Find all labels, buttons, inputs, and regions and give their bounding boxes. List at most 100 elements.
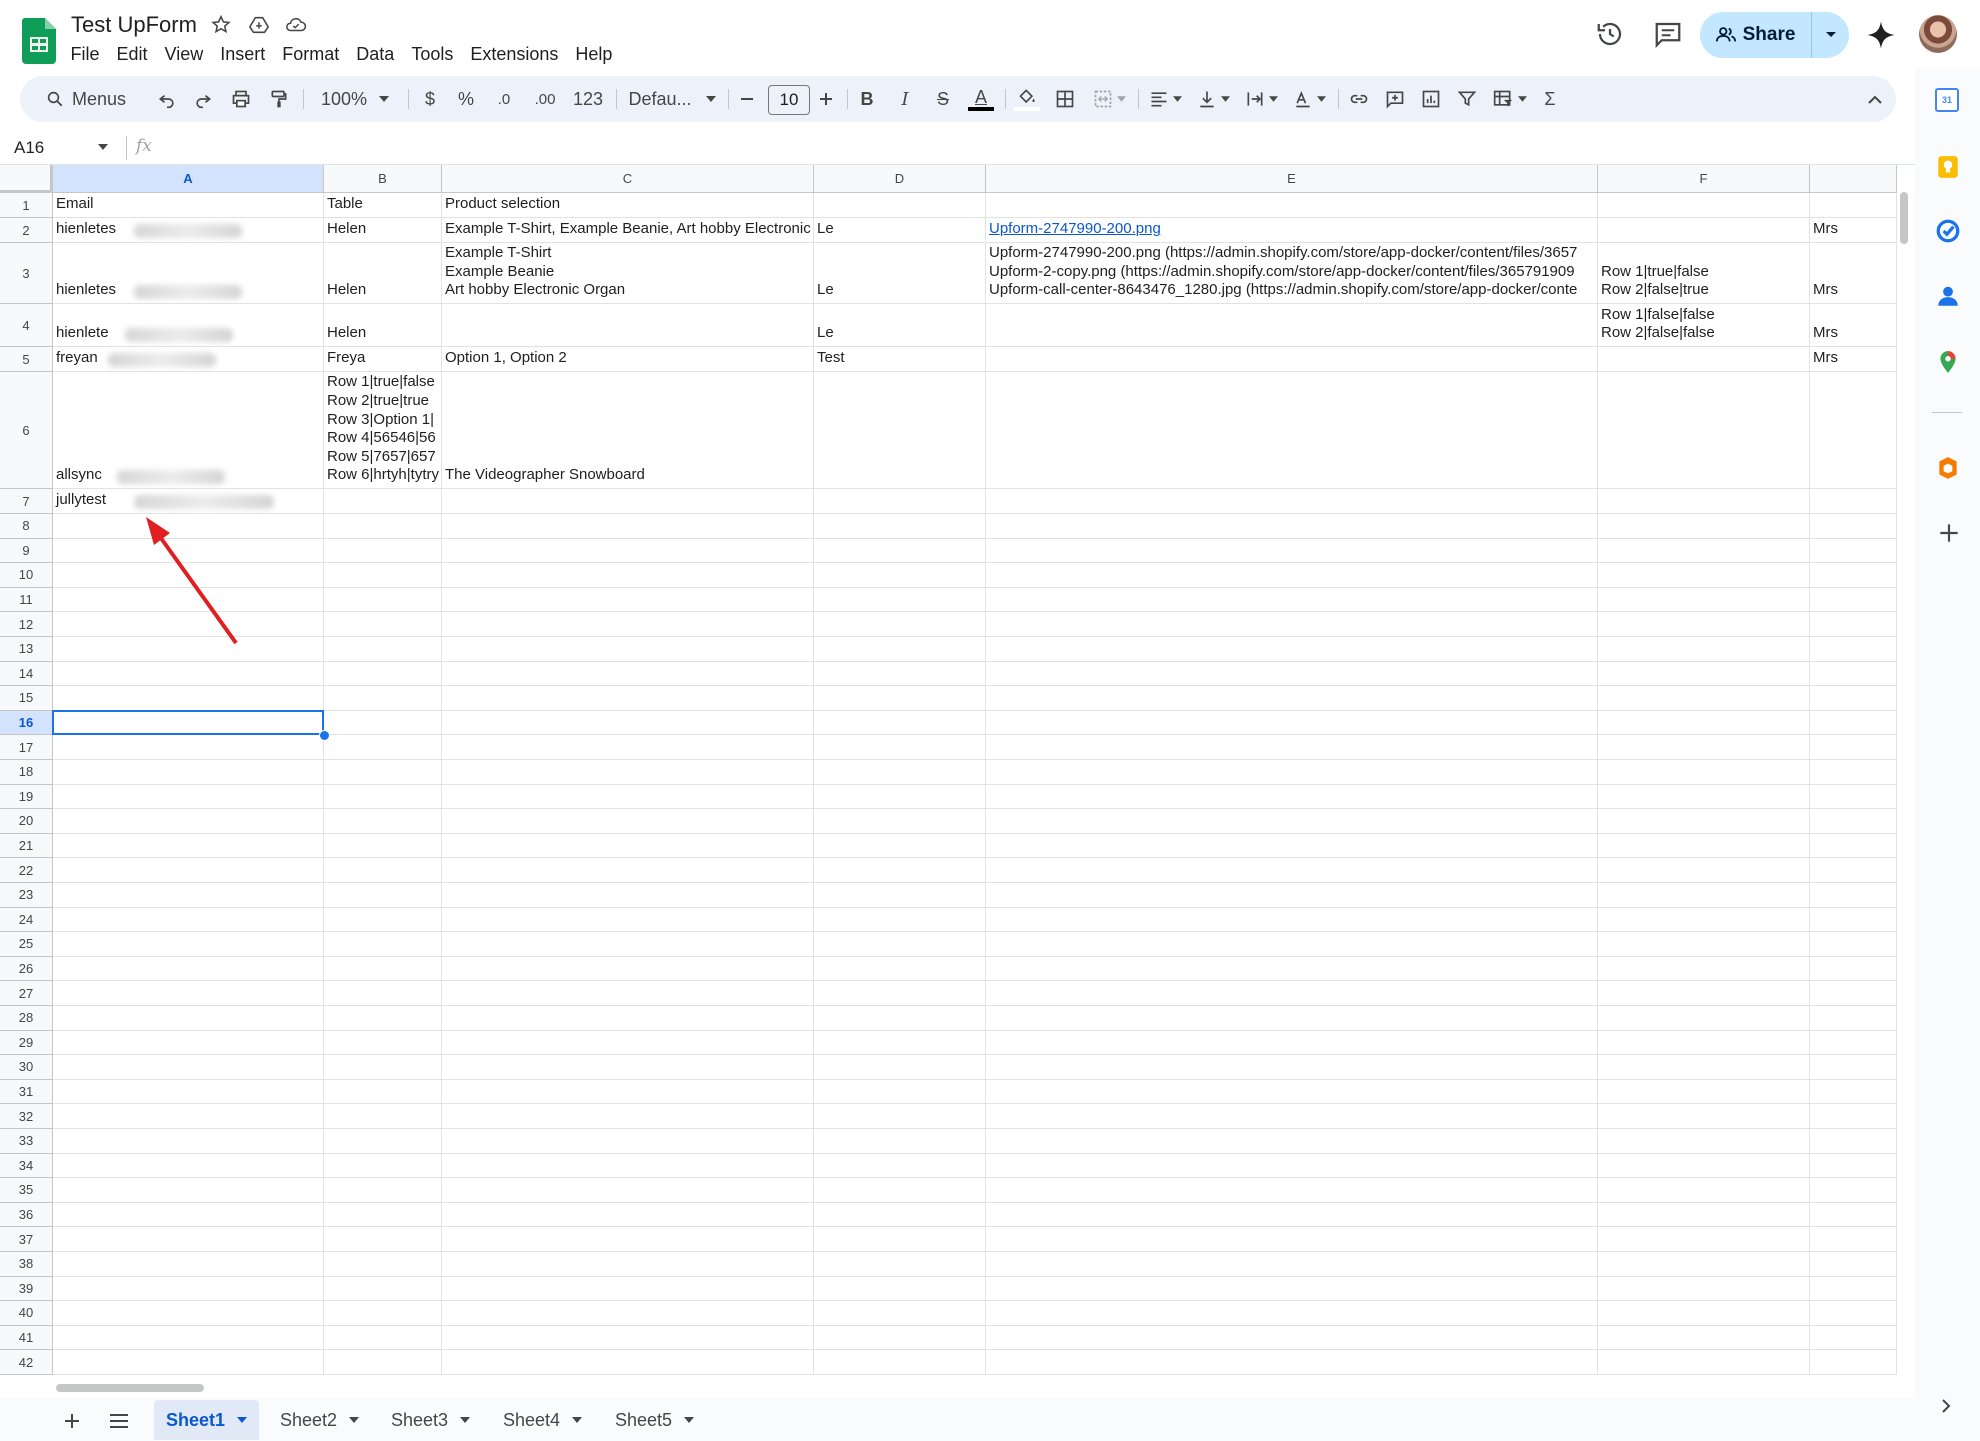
font-size-input[interactable]: 10 — [768, 85, 810, 115]
grid-cell[interactable] — [1598, 1276, 1810, 1302]
grid-cell[interactable] — [1598, 883, 1810, 908]
grid-cell[interactable] — [986, 1276, 1598, 1302]
fill-color-button[interactable] — [1010, 76, 1044, 122]
grid-cell[interactable] — [442, 1055, 814, 1080]
grid-cell[interactable] — [986, 347, 1598, 372]
grid-cell[interactable] — [986, 1301, 1598, 1326]
grid-cell[interactable]: Row 1|true|false Row 2|false|true — [1598, 243, 1810, 304]
grid-cell[interactable] — [1810, 809, 1897, 834]
grid-cell[interactable]: Le — [814, 218, 986, 243]
grid-cell[interactable] — [1810, 1030, 1897, 1056]
row-header[interactable]: 28 — [0, 1006, 53, 1031]
grid-cell[interactable] — [814, 1350, 986, 1375]
grid-cell[interactable] — [442, 489, 814, 514]
grid-cell[interactable] — [1810, 686, 1897, 711]
grid-cell[interactable] — [986, 858, 1598, 883]
grid-cell[interactable]: Mrs — [1810, 243, 1897, 304]
grid-cell[interactable] — [1598, 637, 1810, 662]
grid-cell[interactable] — [814, 514, 986, 539]
grid-cell[interactable] — [1810, 1276, 1897, 1302]
grid-cell[interactable] — [1810, 1129, 1897, 1154]
grid-cell[interactable]: Mrs — [1810, 304, 1897, 347]
row-header[interactable]: 31 — [0, 1079, 53, 1105]
grid-cell[interactable] — [986, 1252, 1598, 1277]
star-icon[interactable] — [210, 14, 232, 36]
grid-cell[interactable] — [986, 1153, 1598, 1179]
strikethrough-button[interactable]: S — [928, 76, 958, 122]
grid-cell[interactable] — [442, 1079, 814, 1105]
grid-cell[interactable] — [814, 760, 986, 785]
grid-cell[interactable] — [1598, 587, 1810, 613]
row-header[interactable]: 5 — [0, 347, 53, 372]
text-color-button[interactable]: A — [964, 76, 998, 122]
redo-button[interactable] — [188, 76, 218, 122]
paint-format-button[interactable] — [264, 76, 294, 122]
sheet-tab-5[interactable]: Sheet5 — [603, 1400, 706, 1440]
grid-cell[interactable] — [814, 1202, 986, 1228]
merge-cells-button[interactable] — [1086, 76, 1132, 122]
row-header[interactable]: 2 — [0, 218, 53, 243]
row-header[interactable]: 35 — [0, 1178, 53, 1203]
row-header[interactable]: 36 — [0, 1202, 53, 1228]
grid-cell[interactable] — [1598, 735, 1810, 760]
grid-cell[interactable] — [814, 735, 986, 760]
grid-cell[interactable] — [1810, 710, 1897, 736]
row-header[interactable]: 38 — [0, 1252, 53, 1277]
grid-cell[interactable] — [814, 1055, 986, 1080]
sheet-tab-1[interactable]: Sheet1 — [154, 1400, 260, 1440]
horizontal-align-button[interactable] — [1142, 76, 1188, 122]
grid-cell[interactable] — [53, 1129, 324, 1154]
calendar-icon[interactable]: 31 — [1935, 88, 1959, 112]
grid-cell[interactable] — [1810, 372, 1897, 489]
row-header[interactable]: 7 — [0, 489, 53, 514]
spreadsheet-grid[interactable]: A B C D E F 1 Email Table Product selection 2 hienl… — [0, 165, 1897, 1381]
grid-cell[interactable] — [1810, 907, 1897, 933]
grid-cell[interactable] — [442, 858, 814, 883]
grid-cell[interactable] — [986, 587, 1598, 613]
row-header[interactable]: 14 — [0, 661, 53, 687]
grid-cell[interactable] — [814, 809, 986, 834]
grid-cell[interactable] — [1598, 218, 1810, 243]
gemini-icon[interactable] — [1866, 20, 1896, 50]
cell-link[interactable]: Upform-2747990-200.png — [989, 220, 1161, 239]
grid-cell[interactable] — [442, 981, 814, 1006]
grid-cell[interactable]: Example T-Shirt Example Beanie Art hobby… — [442, 243, 814, 304]
grid-cell[interactable]: hienletes — [53, 218, 324, 243]
grid-cell[interactable] — [814, 1252, 986, 1277]
grid-cell[interactable] — [53, 907, 324, 933]
grid-cell[interactable] — [986, 710, 1598, 736]
grid-cell[interactable] — [324, 563, 442, 588]
grid-cell[interactable]: jullytest — [53, 489, 324, 514]
grid-cell[interactable] — [1598, 1301, 1810, 1326]
row-header[interactable]: 37 — [0, 1227, 53, 1252]
grid-cell[interactable] — [986, 907, 1598, 933]
grid-cell[interactable] — [442, 686, 814, 711]
grid-cell[interactable] — [1810, 1252, 1897, 1277]
grid-cell[interactable] — [324, 710, 442, 736]
grid-cell[interactable] — [814, 193, 986, 218]
document-title[interactable]: Test UpForm — [71, 12, 197, 38]
grid-cell[interactable] — [53, 637, 324, 662]
grid-cell[interactable] — [986, 883, 1598, 908]
grid-cell[interactable]: Le — [814, 304, 986, 347]
currency-format-button[interactable]: $ — [415, 76, 445, 122]
row-header[interactable]: 22 — [0, 858, 53, 883]
row-header[interactable]: 3 — [0, 243, 53, 304]
percent-format-button[interactable]: % — [451, 76, 481, 122]
grid-cell[interactable] — [324, 956, 442, 982]
grid-cell[interactable] — [986, 489, 1598, 514]
grid-cell[interactable] — [53, 833, 324, 859]
grid-cell[interactable] — [986, 686, 1598, 711]
row-header[interactable]: 42 — [0, 1350, 53, 1375]
grid-cell[interactable] — [1598, 538, 1810, 564]
sheet-tab-4[interactable]: Sheet4 — [491, 1400, 594, 1440]
grid-cell[interactable] — [442, 304, 814, 347]
grid-cell[interactable] — [53, 1227, 324, 1252]
grid-cell[interactable] — [1810, 1301, 1897, 1326]
grid-cell[interactable] — [1810, 1104, 1897, 1129]
grid-cell[interactable] — [53, 1006, 324, 1031]
grid-cell[interactable] — [814, 1006, 986, 1031]
grid-cell[interactable] — [324, 538, 442, 564]
column-header-a[interactable]: A — [53, 165, 324, 193]
grid-cell[interactable] — [814, 784, 986, 810]
